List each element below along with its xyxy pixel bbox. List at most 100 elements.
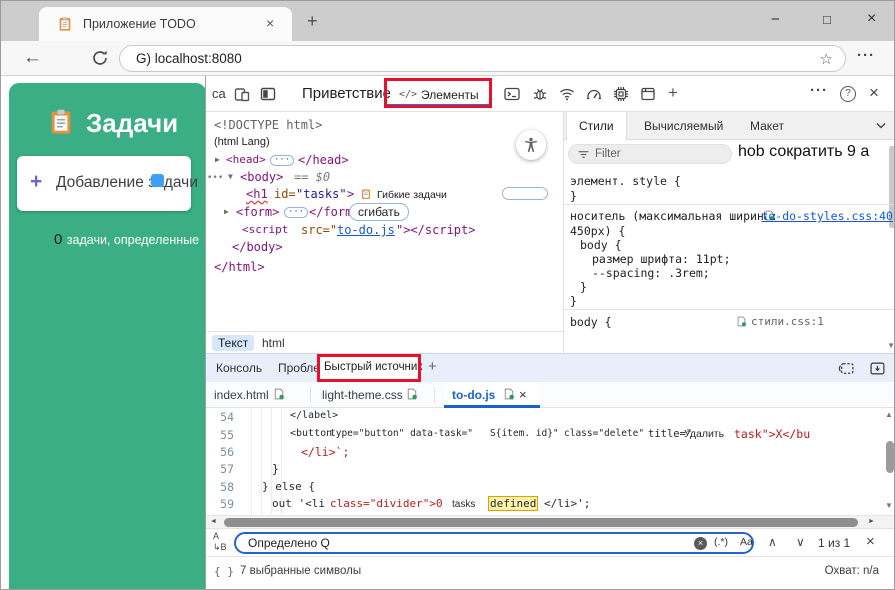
body-close-tag[interactable]: </body>	[232, 240, 283, 254]
dom-html-node[interactable]: (html Lang)	[214, 136, 270, 148]
scroll-down-arrow-icon[interactable]: ▼	[887, 341, 895, 350]
rule-body-selector[interactable]: body {	[570, 315, 612, 329]
help-button[interactable]: ?	[840, 86, 856, 102]
add-task-button[interactable]: + Добавление задачи	[17, 156, 191, 211]
breadcrumb-item-html[interactable]: html	[262, 336, 285, 350]
property-value: .3rem;	[668, 266, 710, 280]
accessibility-person-button[interactable]	[516, 130, 546, 160]
filter-placeholder: Filter	[595, 148, 621, 160]
network-wifi-icon[interactable]	[559, 86, 575, 102]
code-hscrollbar[interactable]: ◄ ►	[206, 515, 895, 528]
h1-gt: >	[347, 187, 354, 201]
new-tab-button[interactable]: +	[307, 11, 318, 32]
html-close-tag[interactable]: </html>	[214, 260, 265, 274]
memory-cpu-icon[interactable]	[613, 86, 629, 102]
scroll-down-arrow-icon[interactable]: ▼	[885, 501, 893, 510]
dom-doctype[interactable]: <!DOCTYPE html>	[214, 118, 322, 132]
file-tab-close-icon[interactable]: ×	[519, 387, 527, 402]
devtools-close-button[interactable]: ×	[869, 83, 879, 103]
tab-console[interactable]: Консоль	[216, 361, 262, 375]
debugger-bug-icon[interactable]	[532, 86, 548, 102]
inspect-tool-label[interactable]: ca	[212, 86, 226, 101]
tab-strip: Приложение TODO × + − □ ×	[1, 1, 894, 41]
match-case-toggle[interactable]: Aa	[740, 536, 753, 548]
devtools-menu-button[interactable]: ···	[810, 82, 828, 99]
previous-match-button[interactable]: ∧	[768, 535, 777, 549]
scroll-up-arrow-icon[interactable]: ▲	[885, 410, 893, 419]
gutter-dots-icon[interactable]: •••	[207, 173, 223, 183]
rule-element-style[interactable]: элемент. style {	[570, 174, 681, 188]
filter-icon	[577, 148, 590, 161]
pseudo-class-toolbar-label[interactable]: hob сократить 9 a	[738, 143, 869, 161]
braces-icon[interactable]: { }	[214, 565, 234, 578]
h1-id-value: "tasks"	[296, 187, 347, 201]
code-vscrollbar-thumb[interactable]	[886, 441, 894, 473]
collapsed-ellipsis-badge[interactable]: ···	[270, 155, 294, 166]
task-count-caption: 0 задачи, определенные	[54, 231, 204, 249]
search-input-pill[interactable]: × (.*) Aa	[234, 532, 754, 554]
media-source-link[interactable]: to-do-styles.css:40	[761, 209, 893, 223]
css-property-font-size[interactable]: размер шрифта: 11pt;	[592, 252, 731, 266]
tab-welcome[interactable]: Приветствие	[302, 85, 391, 102]
window-maximize-button[interactable]: □	[823, 12, 831, 27]
expand-arrow-icon[interactable]: ▶	[215, 155, 220, 164]
regex-toggle[interactable]: (.*)	[714, 536, 728, 548]
tab-title: Приложение TODO	[83, 17, 196, 31]
drawer-add-tab-plus-icon[interactable]: +	[428, 358, 437, 375]
tab-elements[interactable]: Элементы	[421, 88, 479, 102]
browser-tab[interactable]: Приложение TODO ×	[39, 7, 292, 41]
tab-layout[interactable]: Макет	[750, 119, 784, 133]
browser-menu-button[interactable]: ···	[857, 47, 875, 64]
expand-arrow-icon[interactable]: ▶	[224, 207, 229, 216]
more-tabs-plus-icon[interactable]: +	[668, 83, 678, 103]
file-tab-light-theme-css[interactable]: light-theme.css	[322, 388, 403, 402]
styles-filter-input[interactable]: Filter	[568, 144, 732, 164]
browser-navbar: ← G) localhost:8080 ☆ ···	[1, 41, 894, 76]
address-bar[interactable]: G) localhost:8080 ☆	[119, 45, 846, 72]
console-drawer-icon[interactable]	[504, 86, 520, 102]
media-body-selector[interactable]: body {	[580, 238, 622, 252]
dock-drawer-icon[interactable]	[838, 360, 855, 377]
body-source-link[interactable]: стили.css:1	[751, 315, 824, 328]
window-minimize-button[interactable]: −	[771, 11, 780, 28]
breadcrumb-item-text[interactable]: Текст	[212, 335, 254, 351]
head-open-tag: <head>	[226, 153, 266, 166]
source-code-editor[interactable]: 54 55 56 57 58 59 </label> <button type=…	[206, 408, 885, 515]
replace-toggle-icon[interactable]: A ↳B	[213, 531, 227, 553]
h1-clipboard-icon	[360, 188, 372, 200]
refresh-button[interactable]	[91, 49, 109, 67]
collapse-arrow-icon[interactable]: ▼	[228, 172, 233, 181]
search-input[interactable]	[248, 535, 678, 551]
code-token-string: task">X</bu	[734, 427, 810, 441]
window-close-button[interactable]: ×	[867, 10, 876, 28]
drawer-tab-bar: Консоль Проблемы Быстрый источник +	[206, 353, 895, 382]
clear-search-icon[interactable]: ×	[694, 537, 707, 550]
next-match-button[interactable]: ∨	[796, 535, 805, 549]
chevron-down-icon[interactable]	[875, 122, 887, 130]
tab-styles[interactable]: Стили	[566, 112, 627, 140]
tab-computed[interactable]: Вычисляемый	[644, 119, 723, 133]
collapsed-ellipsis-badge[interactable]: ···	[284, 207, 308, 218]
add-task-label: Добавление задачи	[56, 174, 198, 192]
tab-quick-source[interactable]: Быстрый источник	[324, 361, 422, 373]
file-tab-to-do-js[interactable]: to-do.js	[452, 388, 495, 402]
scroll-right-arrow-icon[interactable]: ►	[868, 518, 875, 525]
device-emulation-icon[interactable]	[234, 86, 250, 102]
address-url[interactable]: G) localhost:8080	[136, 51, 242, 66]
script-src-link[interactable]: to-do.js	[337, 223, 395, 237]
performance-gauge-icon[interactable]	[586, 86, 602, 102]
expand-drawer-icon[interactable]	[869, 360, 886, 377]
close-search-icon[interactable]: ×	[866, 533, 875, 550]
code-token: out '<li	[272, 497, 325, 510]
scroll-left-arrow-icon[interactable]: ◄	[210, 518, 217, 525]
file-tab-index-html[interactable]: index.html	[214, 388, 269, 402]
code-token-string: class="divider">0	[330, 497, 443, 510]
tab-close-icon[interactable]: ×	[266, 15, 274, 31]
code-hscrollbar-thumb[interactable]	[224, 518, 858, 527]
application-panel-icon[interactable]	[640, 86, 656, 102]
dock-side-icon[interactable]	[260, 86, 276, 102]
favorites-star-icon[interactable]: ☆	[820, 50, 833, 68]
back-button[interactable]: ←	[23, 47, 42, 69]
css-property-spacing[interactable]: --spacing: .3rem;	[592, 266, 710, 280]
media-rule-line1[interactable]: носитель (максимальная ширина:	[570, 209, 778, 223]
